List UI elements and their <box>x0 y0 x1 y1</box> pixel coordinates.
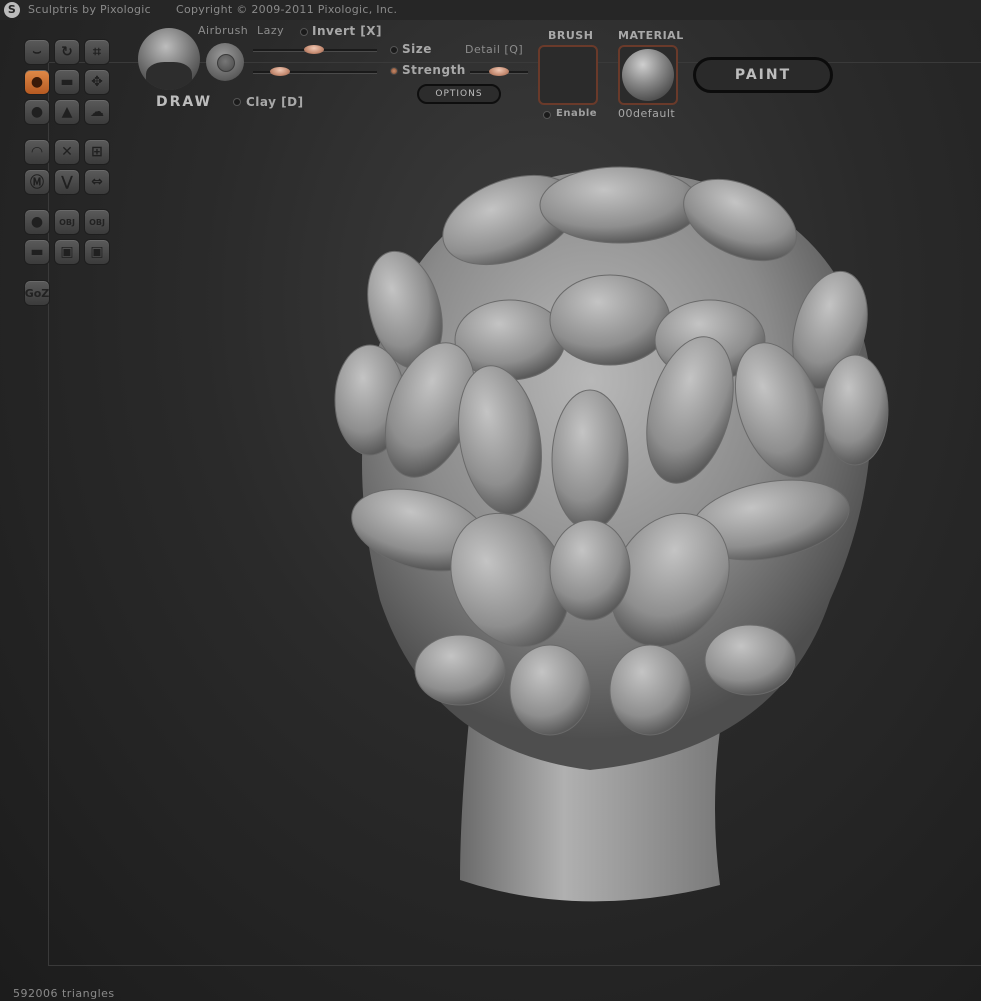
save-as-button[interactable]: ▣ <box>84 239 110 265</box>
crease-tool-button[interactable]: ⌣ <box>24 39 50 65</box>
airbrush-toggle[interactable] <box>206 43 244 81</box>
rotate-tool-button[interactable]: ↻ <box>54 39 80 65</box>
brush-enable-label: Enable <box>556 108 598 119</box>
wireframe-button[interactable]: ⋁ <box>54 169 80 195</box>
pinch-tool-button[interactable]: ▲ <box>54 99 80 125</box>
invert-label: Invert [X] <box>312 24 383 38</box>
scale-tool-button[interactable]: ⌗ <box>84 39 110 65</box>
clay-label: Clay [D] <box>246 95 304 109</box>
airbrush-label: Airbrush <box>198 24 249 37</box>
strength-label: Strength <box>402 63 466 77</box>
detail-slider-knob[interactable] <box>489 67 509 76</box>
smooth-tool-button[interactable]: ☁ <box>84 99 110 125</box>
scale-icon: ⌗ <box>93 44 101 60</box>
plane-button[interactable]: ⊞ <box>84 139 110 165</box>
draw-tool-button[interactable]: ● <box>24 69 50 95</box>
paint-button[interactable]: PAINT <box>693 57 833 93</box>
sculpted-head-model[interactable] <box>310 150 890 920</box>
flatten-tool-button[interactable]: ▬ <box>54 69 80 95</box>
export-icon: OBJ <box>89 217 105 227</box>
invert-radio[interactable] <box>300 28 308 36</box>
export-obj-button[interactable]: OBJ <box>84 209 110 235</box>
goz-icon: GoZ <box>24 286 50 300</box>
copyright-text: Copyright © 2009-2011 Pixologic, Inc. <box>176 3 398 16</box>
brush-preview-ball[interactable] <box>138 28 200 90</box>
mirror-icon: ⇔ <box>91 174 103 190</box>
flatten-icon: ▬ <box>60 74 74 90</box>
material-name: 00default <box>618 107 676 120</box>
detail-label: Detail [Q] <box>465 43 524 56</box>
grab-tool-button[interactable]: ✥ <box>84 69 110 95</box>
app-name: Sculptris by Pixologic <box>28 3 151 16</box>
strength-radio[interactable] <box>390 67 398 75</box>
wireframe-icon: ⋁ <box>61 174 73 190</box>
rotate-icon: ↻ <box>61 44 73 60</box>
save-button[interactable]: ▣ <box>54 239 80 265</box>
mirror-button[interactable]: ⇔ <box>84 169 110 195</box>
brush-dent-shape <box>146 62 192 90</box>
title-bar: S Sculptris by Pixologic Copyright © 200… <box>0 0 981 20</box>
size-label: Size <box>402 42 432 56</box>
save-as-icon: ▣ <box>90 244 104 260</box>
brush-header: BRUSH <box>548 29 594 42</box>
goz-button[interactable]: GoZ <box>24 280 50 306</box>
sphere-icon: ● <box>30 214 44 230</box>
material-slot[interactable] <box>618 45 678 105</box>
new-sphere-button[interactable]: ● <box>24 209 50 235</box>
reduce-brush-button[interactable]: ◠ <box>24 139 50 165</box>
reduce-brush-icon: ◠ <box>31 144 43 160</box>
brush-texture-slot[interactable] <box>538 45 598 105</box>
import-obj-button[interactable]: OBJ <box>54 209 80 235</box>
open-button[interactable]: ▬ <box>24 239 50 265</box>
plane-icon: ⊞ <box>91 144 103 160</box>
sculptris-logo-icon: S <box>4 2 20 18</box>
draw-icon: ● <box>30 74 44 90</box>
import-icon: OBJ <box>59 217 75 227</box>
save-icon: ▣ <box>60 244 74 260</box>
inflate-tool-button[interactable]: ● <box>24 99 50 125</box>
mask-icon: ✕ <box>61 144 73 160</box>
symmetry-icon: Ⓜ <box>30 175 44 191</box>
grab-icon: ✥ <box>91 74 103 90</box>
smooth-icon: ☁ <box>90 104 104 120</box>
mask-button[interactable]: ✕ <box>54 139 80 165</box>
brush-name: DRAW <box>156 94 213 110</box>
airbrush-core <box>217 54 235 72</box>
open-icon: ▬ <box>30 244 44 260</box>
material-header: MATERIAL <box>618 29 684 42</box>
strength-slider-knob[interactable] <box>269 67 290 76</box>
inflate-icon: ● <box>30 104 44 120</box>
size-radio[interactable] <box>390 46 398 54</box>
triangle-count-status: 592006 triangles <box>13 987 115 1000</box>
size-slider-knob[interactable] <box>303 45 324 54</box>
pinch-icon: ▲ <box>61 104 73 120</box>
options-button[interactable]: OPTIONS <box>417 84 501 104</box>
crease-icon: ⌣ <box>32 44 42 60</box>
clay-radio[interactable] <box>233 98 241 106</box>
material-sphere-icon <box>622 49 674 101</box>
symmetry-button[interactable]: Ⓜ <box>24 169 50 195</box>
brush-enable-radio[interactable] <box>543 111 551 119</box>
lazy-label: Lazy <box>257 24 285 37</box>
